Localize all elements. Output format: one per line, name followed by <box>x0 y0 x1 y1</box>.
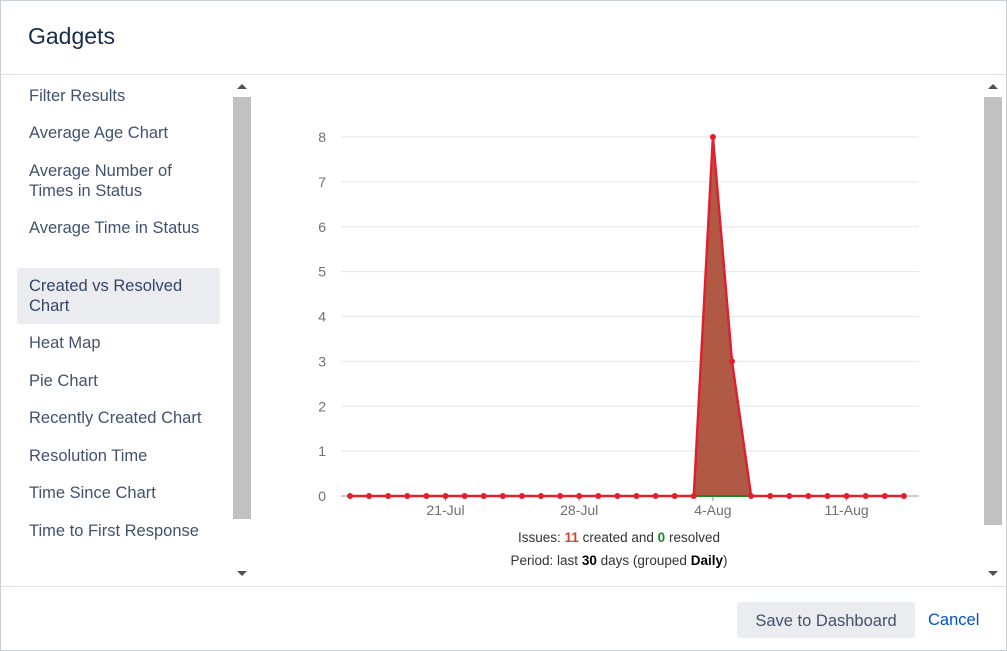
y-tick-label: 0 <box>318 488 326 504</box>
issues-prefix: Issues: <box>518 530 561 545</box>
created-point <box>385 493 392 499</box>
created-point <box>614 493 621 499</box>
created-point <box>824 493 831 499</box>
cancel-link[interactable]: Cancel <box>928 611 979 630</box>
scroll-down-arrow-icon[interactable] <box>237 571 247 576</box>
y-tick-label: 5 <box>318 264 326 280</box>
period-mid: days (grouped <box>600 553 687 568</box>
preview-scroll-thumb[interactable] <box>984 97 1002 525</box>
scroll-up-arrow-icon[interactable] <box>988 84 998 89</box>
created-point <box>499 493 506 499</box>
created-point <box>538 493 544 499</box>
created-point <box>347 493 353 499</box>
gadget-sidebar: Filter Results Average Age Chart Average N… <box>1 76 253 586</box>
y-tick-label: 1 <box>318 443 326 459</box>
resolved-text: resolved <box>668 530 720 545</box>
scroll-up-arrow-icon[interactable] <box>237 84 247 89</box>
created-count: 11 <box>564 530 579 545</box>
sidebar-item[interactable]: Average Time in Status <box>17 218 220 238</box>
created-point <box>690 493 697 499</box>
created-point <box>786 493 793 499</box>
created-point <box>843 493 850 499</box>
sidebar-item[interactable]: Average Age Chart <box>17 123 220 143</box>
created-point <box>633 493 640 499</box>
sidebar-scroll-thumb[interactable] <box>233 97 251 519</box>
sidebar-item[interactable]: Created vs Resolved Chart <box>17 268 220 324</box>
created-point <box>576 493 583 499</box>
x-tick-label: 21-Jul <box>426 502 464 518</box>
period-days: 30 <box>581 553 597 568</box>
dialog-title: Gadgets <box>28 23 115 49</box>
created-point <box>862 493 869 499</box>
created-point <box>595 493 602 499</box>
created-point <box>900 493 907 499</box>
period-suffix: ) <box>722 553 728 568</box>
resolved-count: 0 <box>657 530 666 545</box>
period-group: Daily <box>690 553 723 568</box>
sidebar-scrollbar[interactable] <box>233 77 251 585</box>
created-point <box>729 358 735 365</box>
save-to-dashboard-button[interactable]: Save to Dashboard <box>737 602 915 638</box>
created-point <box>442 493 449 499</box>
scroll-down-arrow-icon[interactable] <box>988 571 998 576</box>
created-point <box>881 493 888 499</box>
created-vs-resolved-chart: 0 1 2 3 4 5 6 7 8 21-Jul 28-Jul 4-Aug 11-Aug <box>318 129 919 518</box>
sidebar-item[interactable]: Pie Chart <box>17 371 220 391</box>
x-tick-label: 11-Aug <box>825 502 869 518</box>
created-point <box>461 493 468 499</box>
x-tick-label: 4-Aug <box>694 502 731 518</box>
created-point <box>366 493 373 499</box>
y-tick-label: 8 <box>318 129 326 145</box>
sidebar-item[interactable]: Recently Created Chart <box>17 408 220 428</box>
period-summary: Period: last 30 days (grouped Daily) <box>254 553 984 568</box>
sidebar-item[interactable]: Average Number of Times in Status <box>17 161 220 201</box>
y-tick-label: 3 <box>318 353 326 369</box>
created-point <box>480 493 487 499</box>
y-tick-label: 7 <box>318 174 326 190</box>
created-point <box>748 493 755 499</box>
sidebar-item[interactable]: Heat Map <box>17 333 220 353</box>
period-prefix: Period: last <box>510 553 579 568</box>
created-point <box>518 493 525 499</box>
created-point <box>404 493 411 499</box>
dialog-header: Gadgets <box>1 1 1006 75</box>
created-point <box>671 493 678 499</box>
created-point <box>805 493 812 499</box>
created-point <box>709 134 716 140</box>
created-point <box>767 493 774 499</box>
sidebar-item[interactable]: Time Since Chart <box>17 483 220 503</box>
gadgets-dialog: Gadgets Filter Results Average Age Chart A… <box>0 0 1007 651</box>
dialog-footer: Save to Dashboard Cancel <box>1 586 1006 651</box>
preview-scrollbar[interactable] <box>984 77 1002 585</box>
sidebar-item[interactable]: Filter Results <box>17 86 220 106</box>
issues-summary: Issues: 11 created and 0 resolved <box>254 530 984 545</box>
sidebar-item[interactable]: Time to First Response <box>17 521 220 541</box>
y-tick-label: 6 <box>318 219 326 235</box>
created-text: created and <box>582 530 654 545</box>
created-point <box>423 493 430 499</box>
sidebar-item[interactable]: Resolution Time <box>17 446 220 466</box>
created-point <box>652 493 659 499</box>
created-point <box>557 493 564 499</box>
x-tick-label: 28-Jul <box>560 502 598 518</box>
gadget-preview: 0 1 2 3 4 5 6 7 8 21-Jul 28-Jul 4-Aug 11-Aug Issues:… <box>254 76 984 586</box>
y-tick-label: 2 <box>318 398 326 414</box>
y-tick-label: 4 <box>318 309 326 325</box>
